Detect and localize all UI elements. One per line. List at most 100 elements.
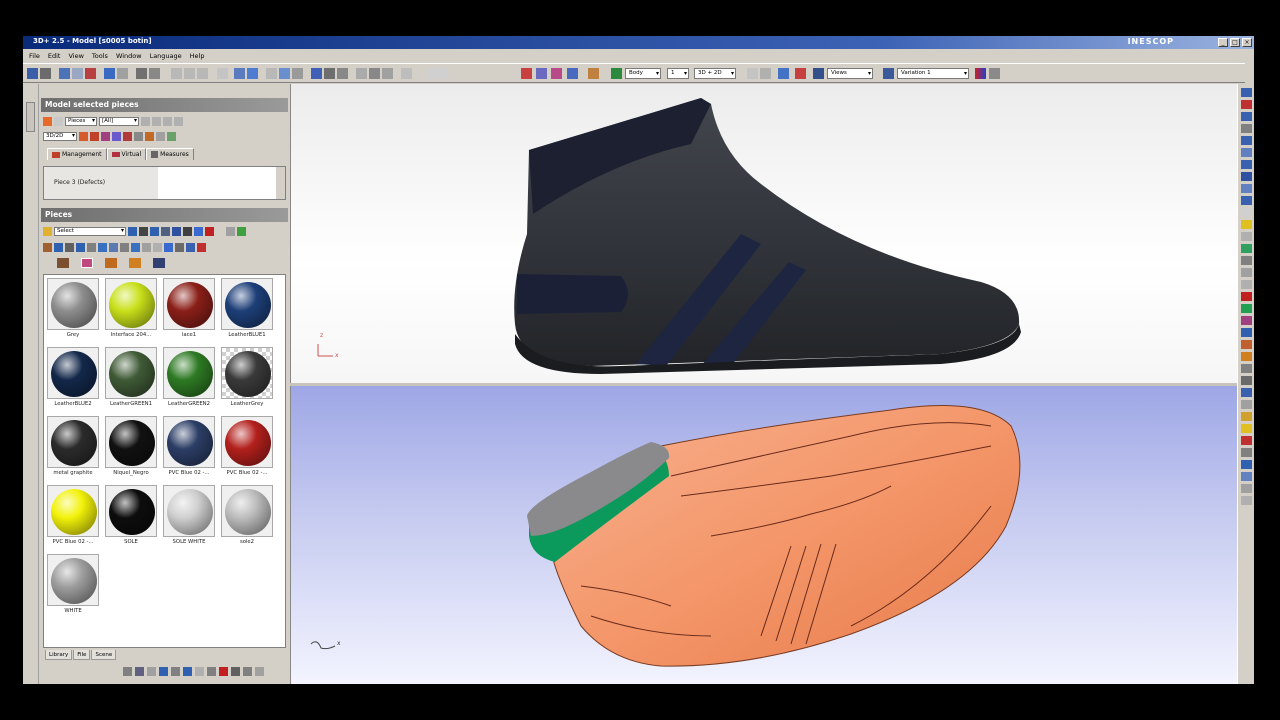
viewport-3d-top[interactable]: z x bbox=[290, 84, 1237, 383]
pieces-toggle-icon[interactable] bbox=[43, 116, 52, 126]
pieces-tool-15-icon[interactable] bbox=[197, 242, 206, 252]
menu-file[interactable]: File bbox=[29, 50, 40, 62]
right-tool-5-icon[interactable] bbox=[1241, 136, 1252, 145]
right-tool-30-icon[interactable] bbox=[1241, 436, 1252, 445]
category-boot-icon[interactable] bbox=[105, 258, 117, 268]
piece-tool-5-icon[interactable] bbox=[123, 131, 132, 141]
user-group-icon[interactable] bbox=[183, 226, 192, 236]
right-tool-29-icon[interactable] bbox=[1241, 424, 1252, 433]
pieces-tool-4-icon[interactable] bbox=[76, 242, 85, 252]
pan-icon[interactable] bbox=[197, 68, 208, 79]
status-tool-4-icon[interactable] bbox=[159, 667, 168, 676]
tab-virtual[interactable]: Virtual bbox=[106, 148, 147, 160]
pieces-tool-5-icon[interactable] bbox=[87, 242, 96, 252]
material-item[interactable]: PVC Blue 02 -... bbox=[221, 416, 273, 482]
material-item[interactable]: Grey bbox=[47, 278, 99, 344]
piece-tool-7-icon[interactable] bbox=[145, 131, 154, 141]
menu-view[interactable]: View bbox=[68, 50, 83, 62]
pieces-select[interactable]: Pieces bbox=[65, 116, 97, 126]
views-icon[interactable] bbox=[813, 68, 824, 79]
material-item[interactable]: PVC Blue 02 -... bbox=[47, 485, 99, 551]
pieces-tool-13-icon[interactable] bbox=[175, 242, 184, 252]
redo-icon[interactable] bbox=[117, 68, 128, 79]
status-tool-12-icon[interactable] bbox=[255, 667, 264, 676]
zoom-in-icon[interactable] bbox=[171, 68, 182, 79]
pieces-tool-12-icon[interactable] bbox=[164, 242, 173, 252]
close-button[interactable]: × bbox=[1242, 38, 1252, 47]
material-icon[interactable] bbox=[588, 68, 599, 79]
pieces-tool-1-icon[interactable] bbox=[43, 242, 52, 252]
right-tool-24-icon[interactable] bbox=[1241, 364, 1252, 373]
material-lib-icon[interactable] bbox=[150, 226, 159, 236]
right-tool-18-icon[interactable] bbox=[1241, 292, 1252, 301]
right-tool-19-icon[interactable] bbox=[1241, 304, 1252, 313]
right-tool-31-icon[interactable] bbox=[1241, 448, 1252, 457]
piece-list-item[interactable]: Piece 3 (Defects) bbox=[44, 167, 158, 199]
material-item[interactable]: Niquel_Negro bbox=[105, 416, 157, 482]
minimize-button[interactable]: _ bbox=[1218, 38, 1228, 47]
save-icon[interactable] bbox=[27, 68, 38, 79]
move-icon[interactable] bbox=[369, 68, 380, 79]
refresh-icon[interactable] bbox=[237, 226, 246, 236]
menu-window[interactable]: Window bbox=[116, 50, 142, 62]
rotate-icon[interactable] bbox=[247, 68, 258, 79]
category-fabric-icon[interactable] bbox=[81, 258, 93, 268]
right-tool-20-icon[interactable] bbox=[1241, 316, 1252, 325]
remove-icon[interactable] bbox=[205, 226, 214, 236]
right-tool-9-icon[interactable] bbox=[1241, 184, 1252, 193]
status-tool-5-icon[interactable] bbox=[171, 667, 180, 676]
material-item[interactable]: WHITE bbox=[47, 554, 99, 620]
status-tool-10-icon[interactable] bbox=[231, 667, 240, 676]
pointer-icon[interactable] bbox=[311, 68, 322, 79]
category-grid-icon[interactable] bbox=[153, 258, 165, 268]
right-tool-33-icon[interactable] bbox=[1241, 472, 1252, 481]
piece-tool-1-icon[interactable] bbox=[79, 131, 88, 141]
right-tool-13-icon[interactable] bbox=[1241, 232, 1252, 241]
status-tool-3-icon[interactable] bbox=[147, 667, 156, 676]
right-tool-28-icon[interactable] bbox=[1241, 412, 1252, 421]
material-item[interactable]: metal graphite bbox=[47, 416, 99, 482]
color-pick-icon[interactable] bbox=[521, 68, 532, 79]
right-tool-27-icon[interactable] bbox=[1241, 400, 1252, 409]
mesh-icon[interactable] bbox=[536, 68, 547, 79]
status-tool-11-icon[interactable] bbox=[243, 667, 252, 676]
status-tool-1-icon[interactable] bbox=[123, 667, 132, 676]
pieces-tool-7-icon[interactable] bbox=[109, 242, 118, 252]
pieces-tool-3-icon[interactable] bbox=[65, 242, 74, 252]
prev-icon[interactable] bbox=[152, 116, 161, 126]
tools-icon[interactable] bbox=[85, 68, 96, 79]
view-mode-select[interactable]: 3D/2D bbox=[43, 131, 77, 141]
dock-tab[interactable] bbox=[26, 102, 35, 132]
right-tool-11-icon[interactable] bbox=[1241, 208, 1252, 217]
all-select[interactable]: [All] bbox=[99, 116, 139, 126]
flag-icon[interactable] bbox=[778, 68, 789, 79]
right-tool-10-icon[interactable] bbox=[1241, 196, 1252, 205]
piece-list-scrollbar[interactable] bbox=[276, 167, 285, 199]
piece-tool-3-icon[interactable] bbox=[101, 131, 110, 141]
pieces-tool-10-icon[interactable] bbox=[142, 242, 151, 252]
views-select[interactable]: Views bbox=[827, 68, 873, 79]
brush-icon[interactable] bbox=[149, 68, 160, 79]
right-tool-21-icon[interactable] bbox=[1241, 328, 1252, 337]
undo-icon[interactable] bbox=[104, 68, 115, 79]
material-copy-icon[interactable] bbox=[161, 226, 170, 236]
pieces-tool-9-icon[interactable] bbox=[131, 242, 140, 252]
body-color-icon[interactable] bbox=[611, 68, 622, 79]
material-item[interactable]: LeatherGrey bbox=[221, 347, 273, 413]
right-tool-32-icon[interactable] bbox=[1241, 460, 1252, 469]
tab-file[interactable]: File bbox=[73, 650, 91, 660]
right-tool-4-icon[interactable] bbox=[1241, 124, 1252, 133]
category-sole-icon[interactable] bbox=[129, 258, 141, 268]
texture2-icon[interactable] bbox=[795, 68, 806, 79]
variation-icon[interactable] bbox=[883, 68, 894, 79]
scale-icon[interactable] bbox=[279, 68, 290, 79]
paint-icon[interactable] bbox=[551, 68, 562, 79]
right-tool-1-icon[interactable] bbox=[1241, 88, 1252, 97]
material-item[interactable]: PVC Blue 02 -... bbox=[163, 416, 215, 482]
shade-icon[interactable] bbox=[760, 68, 771, 79]
first-icon[interactable] bbox=[141, 116, 150, 126]
folder-icon[interactable] bbox=[43, 226, 52, 236]
material-item[interactable]: sole2 bbox=[221, 485, 273, 551]
tab-scene[interactable]: Scene bbox=[91, 650, 117, 660]
curve-icon[interactable] bbox=[356, 68, 367, 79]
